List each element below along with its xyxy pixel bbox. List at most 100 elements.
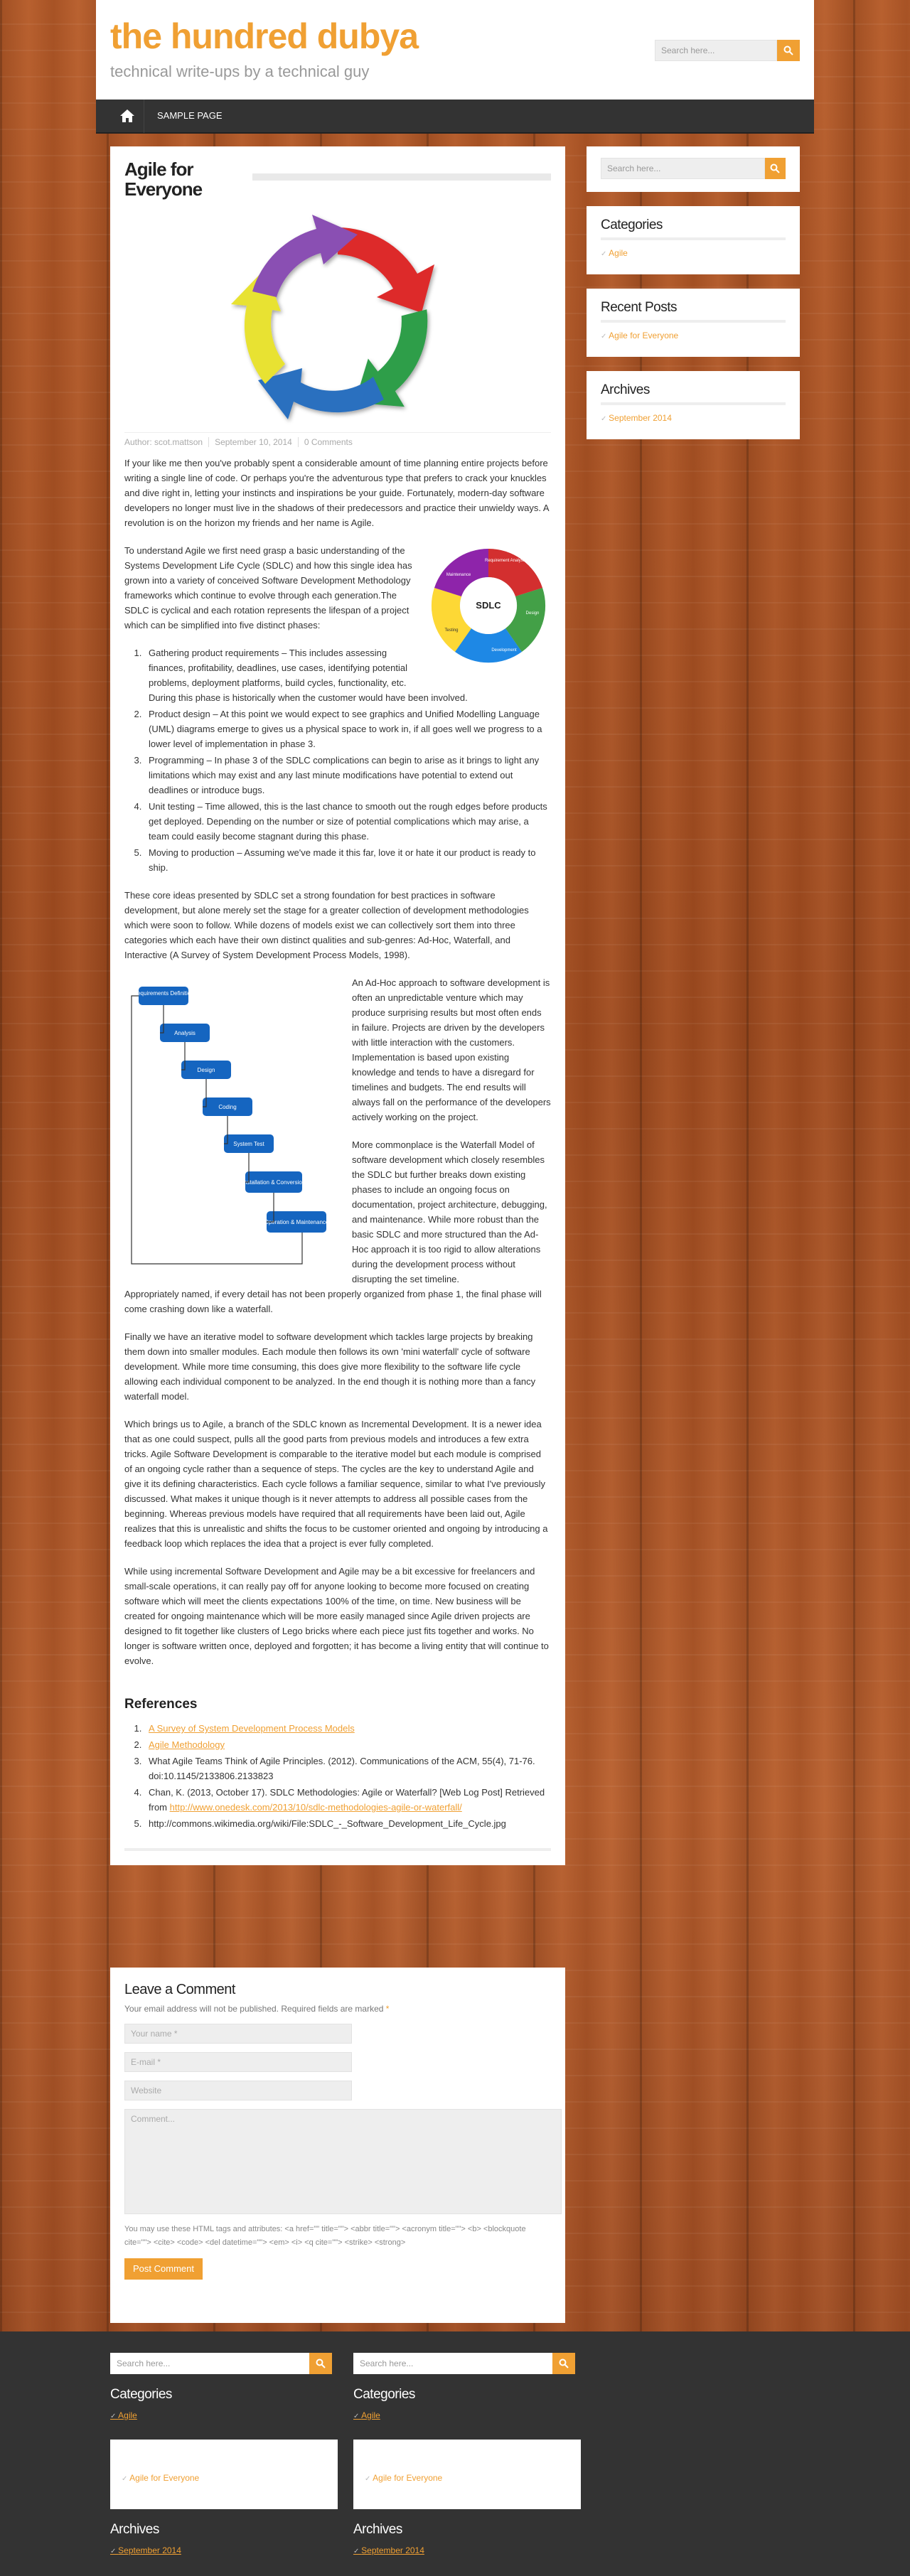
list-item: Unit testing – Time allowed, this is the… — [144, 799, 551, 844]
site-title[interactable]: the hundred dubya — [110, 16, 419, 57]
category-link[interactable]: Agile — [353, 2408, 581, 2424]
post-comments-link[interactable]: 0 Comments — [304, 437, 358, 447]
header-search: Search here... — [655, 40, 800, 61]
paragraph: Finally we have an iterative model to so… — [124, 1331, 536, 1402]
recent-posts-widget: Recent Posts Agile for Everyone — [587, 289, 800, 357]
archives-widget: Archives September 2014 — [587, 371, 800, 439]
list-item: http://commons.wikimedia.org/wiki/File:S… — [144, 1816, 551, 1831]
search-widget: Search here... — [587, 146, 800, 192]
categories-widget: Categories Agile — [587, 206, 800, 274]
allowed-tags-note: You may use these HTML tags and attribut… — [124, 2225, 526, 2247]
post-comment-button[interactable]: Post Comment — [124, 2258, 203, 2280]
paragraph: Which brings us to Agile, a branch of th… — [124, 1419, 548, 1549]
comment-title: Leave a Comment — [124, 1982, 235, 1997]
reference-link[interactable]: A Survey of System Development Process M… — [149, 1723, 355, 1734]
list-item: Moving to production – Assuming we've ma… — [144, 845, 551, 875]
footer-widget-title: Archives — [110, 2522, 159, 2537]
reference-link[interactable]: http://www.onedesk.com/2013/10/sdlc-meth… — [170, 1802, 462, 1813]
recent-post-link[interactable]: Agile for Everyone — [365, 2471, 569, 2486]
post-date: September 10, 2014 — [215, 437, 299, 447]
sdlc-diagram: SDLC Requirement Analysis Design Develop… — [426, 543, 551, 670]
footer-column: Search here... Categories Agile Agile fo… — [353, 2353, 581, 2559]
list-item: Chan, K. (2013, October 17). SDLC Method… — [144, 1785, 551, 1815]
nav-item-sample-page[interactable]: SAMPLE PAGE — [144, 99, 235, 133]
list-item: A Survey of System Development Process M… — [144, 1721, 551, 1736]
waterfall-step: System Test — [233, 1141, 264, 1147]
archive-link[interactable]: September 2014 — [110, 2543, 338, 2559]
post-title[interactable]: Agile for Everyone — [124, 159, 210, 199]
archive-link[interactable]: September 2014 — [601, 411, 786, 426]
post-divider — [124, 1848, 551, 1851]
site-header: the hundred dubya technical write-ups by… — [96, 0, 814, 100]
recent-post-link[interactable]: Agile for Everyone — [122, 2471, 326, 2486]
footer-widget-title: Categories — [353, 2387, 415, 2402]
website-field[interactable]: Website — [124, 2081, 352, 2100]
waterfall-step: Requirements Definition — [133, 990, 193, 997]
reference-link[interactable]: Agile Methodology — [149, 1739, 225, 1750]
phase-list: Gathering product requirements – This in… — [144, 645, 551, 875]
archive-link[interactable]: September 2014 — [353, 2543, 581, 2559]
references-title: References — [124, 1697, 198, 1712]
sdlc-label: Maintenance — [446, 573, 471, 577]
widget-title: Archives — [601, 382, 786, 405]
sdlc-label: Development — [491, 648, 517, 653]
search-input[interactable]: Search here... — [655, 40, 777, 61]
waterfall-step: Coding — [218, 1104, 236, 1110]
footer-widget-title: Categories — [110, 2387, 172, 2402]
list-item: Product design – At this point we would … — [144, 707, 551, 751]
sdlc-label: Testing — [444, 628, 458, 633]
comment-note: Your email address will not be published… — [124, 2004, 551, 2014]
home-button[interactable] — [110, 99, 144, 133]
comment-form: Leave a Comment Your email address will … — [110, 1968, 565, 2323]
search-icon — [316, 2358, 326, 2368]
agile-cycle-image — [124, 213, 551, 426]
search-icon — [770, 163, 781, 173]
search-button[interactable] — [552, 2353, 575, 2374]
paragraph: If your like me then you've probably spe… — [124, 458, 549, 528]
footer: Search here... Categories Agile Agile fo… — [0, 2331, 910, 2576]
references-list: A Survey of System Development Process M… — [144, 1721, 551, 1831]
comment-textarea[interactable]: Comment... — [124, 2109, 562, 2214]
sdlc-label: Design — [526, 611, 540, 616]
search-input[interactable]: Search here... — [601, 158, 765, 179]
footer-column: Search here... Categories Agile Agile fo… — [110, 2353, 338, 2559]
sdlc-label: Requirement Analysis — [485, 559, 526, 563]
search-button[interactable] — [764, 158, 786, 179]
waterfall-step: Design — [198, 1067, 215, 1073]
waterfall-step: Installation & Conversion — [242, 1179, 306, 1186]
category-link[interactable]: Agile — [110, 2408, 338, 2424]
title-divider — [252, 173, 551, 181]
recent-posts-box: Agile for Everyone — [353, 2440, 581, 2509]
widget-title: Recent Posts — [601, 300, 786, 323]
recent-posts-box: Agile for Everyone — [110, 2440, 338, 2509]
search-icon — [783, 45, 793, 55]
post-meta: Author: scot.mattson September 10, 2014 0 … — [124, 432, 551, 447]
waterfall-step: Analysis — [174, 1030, 196, 1036]
widget-title: Categories — [601, 218, 786, 240]
search-button[interactable] — [777, 40, 800, 61]
name-field[interactable]: Your name * — [124, 2024, 352, 2044]
list-item: Programming – In phase 3 of the SDLC com… — [144, 753, 551, 798]
site-description: technical write-ups by a technical guy — [110, 63, 370, 80]
required-marker: * — [385, 2004, 390, 2014]
sidebar: Search here... Categories Agile Recent P… — [587, 146, 800, 454]
home-icon — [119, 109, 134, 122]
main-nav: SAMPLE PAGE — [96, 99, 814, 134]
search-icon — [559, 2358, 569, 2368]
search-input[interactable]: Search here... — [110, 2353, 309, 2374]
paragraph: Appropriately named, if every detail has… — [124, 1289, 542, 1314]
list-item: What Agile Teams Think of Agile Principl… — [144, 1754, 551, 1783]
post-author: Author: scot.mattson — [124, 437, 210, 447]
paragraph: These core ideas presented by SDLC set a… — [124, 890, 529, 960]
note-text: Your email address will not be published… — [124, 2004, 386, 2014]
sdlc-center-label: SDLC — [476, 600, 501, 611]
list-item: Agile Methodology — [144, 1737, 551, 1752]
recent-post-link[interactable]: Agile for Everyone — [601, 328, 786, 344]
search-input[interactable]: Search here... — [353, 2353, 552, 2374]
waterfall-diagram: Requirements Definition Analysis Design … — [124, 980, 338, 1273]
category-link[interactable]: Agile — [601, 246, 786, 262]
search-button[interactable] — [309, 2353, 332, 2374]
paragraph: While using incremental Software Develop… — [124, 1566, 549, 1666]
footer-widget-title: Archives — [353, 2522, 402, 2537]
email-field[interactable]: E-mail * — [124, 2052, 352, 2072]
